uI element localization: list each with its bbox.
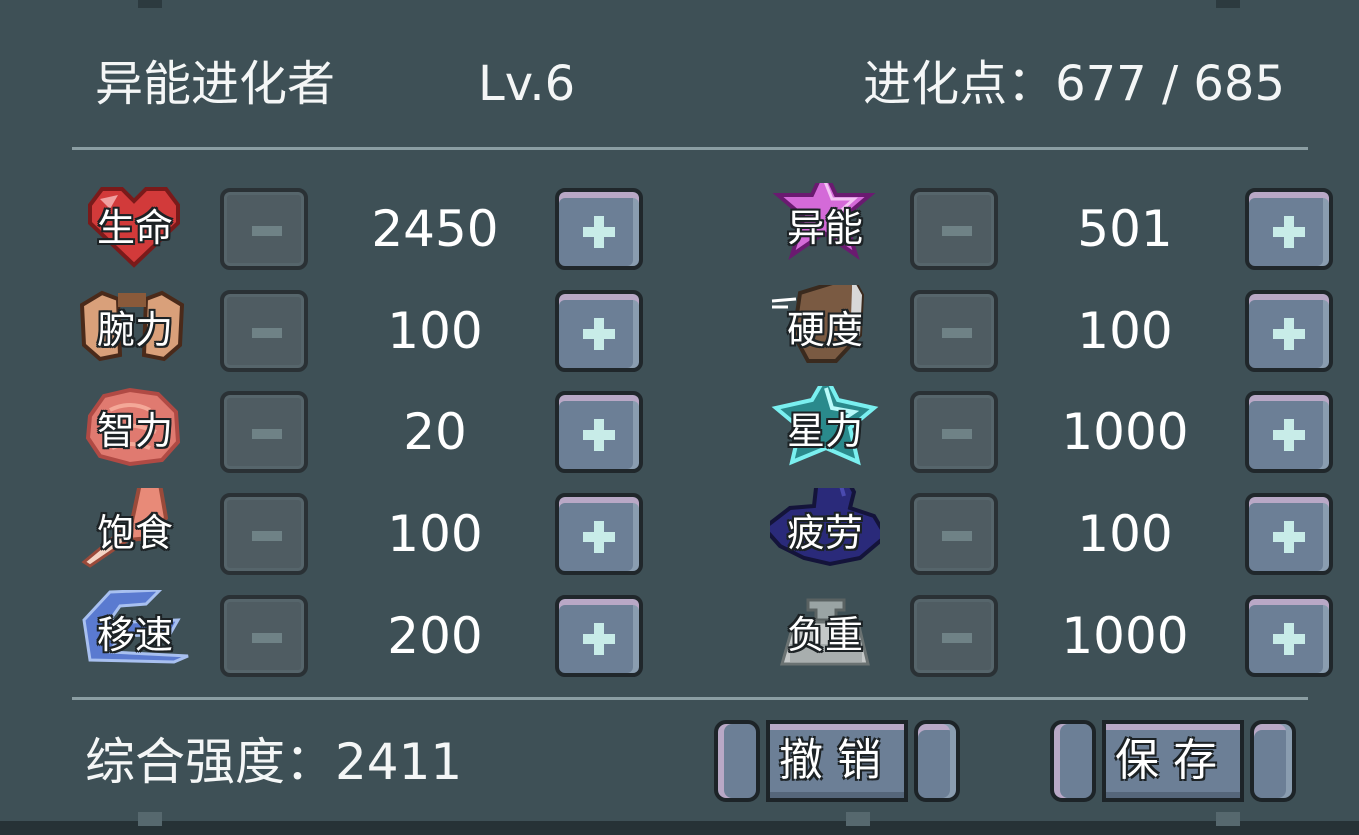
stat-label: 腕力 <box>96 308 173 352</box>
decrease-button[interactable] <box>910 595 998 677</box>
minus-icon <box>252 429 282 439</box>
frame-pin <box>1216 812 1240 826</box>
decrease-button[interactable] <box>220 493 308 575</box>
footer-divider <box>72 697 1308 700</box>
stat-row-fatigue: 疲劳 100 <box>770 488 1340 578</box>
stat-value: 1000 <box>1061 403 1189 461</box>
evolution-points: 进化点：677 / 685 <box>863 56 1285 112</box>
increase-button[interactable] <box>1245 493 1333 575</box>
character-title: 异能进化者 <box>95 56 336 112</box>
decrease-button[interactable] <box>910 188 998 270</box>
stat-value: 100 <box>1077 505 1173 563</box>
stat-value: 20 <box>403 403 467 461</box>
minus-icon <box>942 429 972 439</box>
frame-pin <box>1216 0 1240 8</box>
stat-label: 硬度 <box>786 308 863 352</box>
stat-row-life: 生命 2450 <box>80 183 650 273</box>
decrease-button[interactable] <box>910 290 998 372</box>
frame-pin <box>138 0 162 8</box>
panel-bottom-edge <box>0 821 1359 835</box>
frame-pin <box>846 812 870 826</box>
stat-label: 移速 <box>96 613 173 657</box>
stat-label: 饱食 <box>96 511 173 555</box>
stat-label: 异能 <box>786 206 863 250</box>
stat-row-load: 负重 1000 <box>770 590 1340 680</box>
stat-row-satiety: 饱食 100 <box>80 488 650 578</box>
stat-row-psionic: 异能 501 <box>770 183 1340 273</box>
increase-button[interactable] <box>555 493 643 575</box>
decrease-button[interactable] <box>220 391 308 473</box>
increase-button[interactable] <box>1245 391 1333 473</box>
minus-icon <box>252 328 282 338</box>
stat-row-arm-strength: 腕力 100 <box>80 285 650 375</box>
stat-label: 星力 <box>786 409 863 453</box>
stat-label: 疲劳 <box>786 511 863 555</box>
stat-row-intelligence: 智力 20 <box>80 386 650 476</box>
save-button[interactable]: 保存 <box>1050 720 1296 802</box>
stat-value: 100 <box>1077 302 1173 360</box>
overall-strength: 综合强度：2411 <box>85 733 463 791</box>
decrease-button[interactable] <box>910 391 998 473</box>
increase-button[interactable] <box>555 391 643 473</box>
minus-icon <box>942 226 972 236</box>
stat-value: 200 <box>387 607 483 665</box>
increase-button[interactable] <box>555 595 643 677</box>
cancel-button[interactable]: 撤销 <box>714 720 960 802</box>
cancel-button-label: 撤销 <box>779 735 895 786</box>
stat-row-hardness: 硬度 100 <box>770 285 1340 375</box>
decrease-button[interactable] <box>220 290 308 372</box>
stat-value: 100 <box>387 505 483 563</box>
stat-label: 负重 <box>786 613 863 657</box>
stats-panel: 异能进化者 Lv.6 进化点：677 / 685 生命 2450 腕力 100 <box>0 0 1359 835</box>
decrease-button[interactable] <box>910 493 998 575</box>
stat-value: 1000 <box>1061 607 1189 665</box>
stat-label: 生命 <box>96 206 173 250</box>
header-divider <box>72 147 1308 150</box>
minus-icon <box>252 633 282 643</box>
decrease-button[interactable] <box>220 188 308 270</box>
minus-icon <box>252 226 282 236</box>
stat-label: 智力 <box>96 409 173 453</box>
increase-button[interactable] <box>1245 290 1333 372</box>
minus-icon <box>252 531 282 541</box>
minus-icon <box>942 328 972 338</box>
stat-value: 2450 <box>371 200 499 258</box>
increase-button[interactable] <box>555 290 643 372</box>
decrease-button[interactable] <box>220 595 308 677</box>
stat-row-move-speed: 移速 200 <box>80 590 650 680</box>
minus-icon <box>942 633 972 643</box>
stat-value: 100 <box>387 302 483 360</box>
stat-value: 501 <box>1077 200 1173 258</box>
character-level: Lv.6 <box>478 56 576 112</box>
frame-pin <box>138 812 162 826</box>
minus-icon <box>942 531 972 541</box>
increase-button[interactable] <box>555 188 643 270</box>
increase-button[interactable] <box>1245 188 1333 270</box>
increase-button[interactable] <box>1245 595 1333 677</box>
stat-row-star-power: 星力 1000 <box>770 386 1340 476</box>
save-button-label: 保存 <box>1115 735 1231 786</box>
